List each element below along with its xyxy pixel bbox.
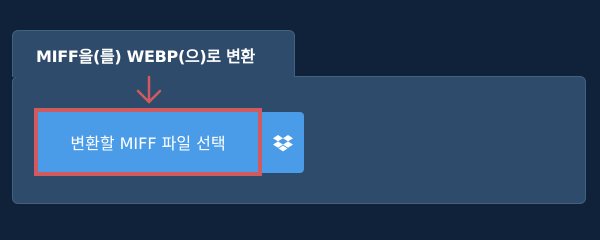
select-file-button[interactable]: 변환할 MIFF 파일 선택 <box>34 108 262 176</box>
converter-tab: MIFF을(를) WEBP(으)로 변환 <box>12 30 295 77</box>
dropbox-button[interactable] <box>261 112 304 173</box>
dropbox-icon <box>272 134 293 151</box>
select-file-label: 변환할 MIFF 파일 선택 <box>70 134 226 153</box>
pointer-arrow-icon <box>136 75 162 104</box>
converter-title: MIFF을(를) WEBP(으)로 변환 <box>36 47 255 66</box>
